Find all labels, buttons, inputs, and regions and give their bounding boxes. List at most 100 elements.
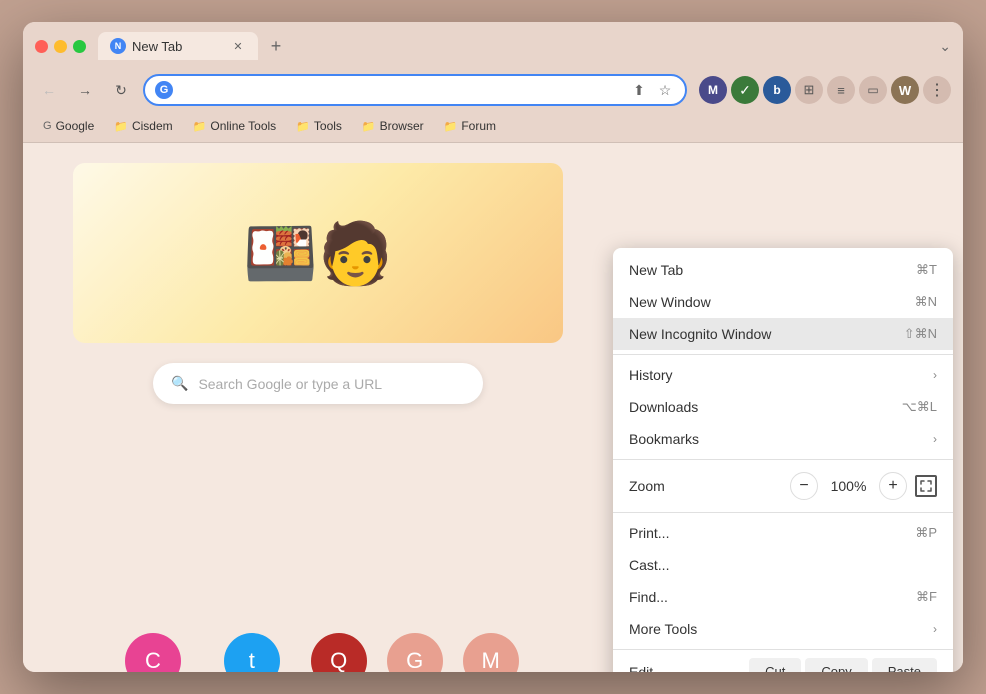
bookmark-cisdem[interactable]: 📁 Cisdem bbox=[106, 116, 180, 136]
content-area: 🍱🧑 🔍 Search Google or type a URL C [OFFI… bbox=[23, 143, 963, 672]
menu-zoom-label: Zoom bbox=[629, 478, 790, 494]
shortcut-quora[interactable]: Q Quora bbox=[311, 633, 367, 672]
new-tab-button[interactable]: + bbox=[262, 32, 290, 60]
menu-more-tools[interactable]: More Tools › bbox=[613, 613, 953, 645]
bookmark-google[interactable]: G Google bbox=[35, 116, 102, 136]
menu-paste-button[interactable]: Paste bbox=[872, 658, 937, 672]
tab-bar: N New Tab ✕ + bbox=[98, 32, 290, 60]
extension-b-icon[interactable]: b bbox=[763, 76, 791, 104]
zoom-control: − 100% + bbox=[790, 472, 937, 500]
chrome-dropdown-menu: New Tab ⌘T New Window ⌘N New Incognito W… bbox=[613, 248, 953, 672]
menu-divider-4 bbox=[613, 649, 953, 650]
menu-copy-button[interactable]: Copy bbox=[805, 658, 867, 672]
address-icons: ⬆ ☆ bbox=[629, 80, 675, 100]
bookmark-forum-label: Forum bbox=[461, 119, 496, 133]
shortcut-twitter[interactable]: t Twitter. It's w... bbox=[213, 633, 291, 672]
menu-history[interactable]: History › bbox=[613, 359, 953, 391]
shortcut-moz[interactable]: M Moz bbox=[463, 633, 519, 672]
menu-cut-button[interactable]: Cut bbox=[749, 658, 801, 672]
title-bar: N New Tab ✕ + ⌄ bbox=[23, 22, 963, 68]
bookmark-browser[interactable]: 📁 Browser bbox=[354, 116, 432, 136]
window-chevron-icon[interactable]: ⌄ bbox=[939, 38, 951, 55]
menu-find-shortcut: ⌘F bbox=[916, 589, 937, 605]
shortcut-quora-icon: Q bbox=[311, 633, 367, 672]
bookmark-browser-label: Browser bbox=[380, 119, 424, 133]
menu-downloads-shortcut: ⌥⌘L bbox=[902, 399, 937, 415]
menu-new-incognito-shortcut: ⇧⌘N bbox=[904, 326, 937, 342]
shortcut-cisdem[interactable]: C [OFFICIAL] Ci... bbox=[113, 633, 193, 672]
extension-check-icon[interactable]: ✓ bbox=[731, 76, 759, 104]
extensions-puzzle-icon[interactable]: ⊞ bbox=[795, 76, 823, 104]
shortcut-moz-icon: M bbox=[463, 633, 519, 672]
menu-new-incognito[interactable]: New Incognito Window ⇧⌘N bbox=[613, 318, 953, 350]
menu-bookmarks[interactable]: Bookmarks › bbox=[613, 423, 953, 455]
menu-print-shortcut: ⌘P bbox=[915, 525, 937, 541]
chrome-menu-button[interactable]: ⋮ bbox=[923, 76, 951, 104]
extension-m-icon[interactable]: M bbox=[699, 76, 727, 104]
folder-icon-2: 📁 bbox=[193, 120, 207, 133]
google-doodle: 🍱🧑 bbox=[73, 163, 563, 343]
profile-avatar[interactable]: W bbox=[891, 76, 919, 104]
bookmark-online-tools-label: Online Tools bbox=[210, 119, 276, 133]
forward-button[interactable]: → bbox=[71, 76, 99, 104]
address-bar-container: G ⬆ ☆ bbox=[143, 74, 687, 106]
menu-zoom: Zoom − 100% + bbox=[613, 464, 953, 508]
bookmarks-bar: G Google 📁 Cisdem 📁 Online Tools 📁 Tools… bbox=[23, 112, 963, 143]
tab-groups-icon[interactable]: ▭ bbox=[859, 76, 887, 104]
active-tab[interactable]: N New Tab ✕ bbox=[98, 32, 258, 60]
address-input[interactable] bbox=[181, 82, 621, 98]
menu-new-tab-label: New Tab bbox=[629, 262, 916, 278]
minimize-button[interactable] bbox=[54, 40, 67, 53]
zoom-fullscreen-button[interactable] bbox=[915, 475, 937, 497]
bookmark-tools[interactable]: 📁 Tools bbox=[288, 116, 350, 136]
menu-more-tools-label: More Tools bbox=[629, 621, 933, 637]
shortcut-cisdem-icon: C bbox=[125, 633, 181, 672]
menu-edit-section: Edit Cut Copy Paste bbox=[613, 654, 953, 672]
menu-edit-label: Edit bbox=[629, 664, 745, 673]
bookmark-star-icon[interactable]: ☆ bbox=[655, 80, 675, 100]
menu-print[interactable]: Print... ⌘P bbox=[613, 517, 953, 549]
zoom-value-display: 100% bbox=[826, 478, 871, 494]
menu-cast[interactable]: Cast... bbox=[613, 549, 953, 581]
bookmark-tools-label: Tools bbox=[314, 119, 342, 133]
menu-divider-2 bbox=[613, 459, 953, 460]
zoom-decrease-button[interactable]: − bbox=[790, 472, 818, 500]
folder-icon-4: 📁 bbox=[362, 120, 376, 133]
close-button[interactable] bbox=[35, 40, 48, 53]
zoom-increase-button[interactable]: + bbox=[879, 472, 907, 500]
shortcuts-row: C [OFFICIAL] Ci... t Twitter. It's w... … bbox=[113, 633, 519, 672]
tab-close-button[interactable]: ✕ bbox=[230, 38, 246, 54]
menu-new-window[interactable]: New Window ⌘N bbox=[613, 286, 953, 318]
menu-downloads-label: Downloads bbox=[629, 399, 902, 415]
shortcut-google[interactable]: G Google bbox=[387, 633, 443, 672]
search-placeholder-text: Search Google or type a URL bbox=[198, 376, 382, 392]
menu-divider-3 bbox=[613, 512, 953, 513]
menu-more-tools-arrow-icon: › bbox=[933, 622, 937, 636]
maximize-button[interactable] bbox=[73, 40, 86, 53]
menu-cast-label: Cast... bbox=[629, 557, 937, 573]
bookmark-online-tools[interactable]: 📁 Online Tools bbox=[185, 116, 285, 136]
menu-new-window-shortcut: ⌘N bbox=[915, 294, 937, 310]
traffic-lights bbox=[35, 40, 86, 53]
nav-bar: ← → ↻ G ⬆ ☆ M ✓ b ⊞ ≡ ▭ W ⋮ bbox=[23, 68, 963, 112]
menu-new-incognito-label: New Incognito Window bbox=[629, 326, 904, 342]
browser-window: N New Tab ✕ + ⌄ ← → ↻ G ⬆ ☆ M ✓ bbox=[23, 22, 963, 672]
search-icon: 🔍 bbox=[171, 375, 188, 392]
bookmark-cisdem-label: Cisdem bbox=[132, 119, 173, 133]
bookmark-forum[interactable]: 📁 Forum bbox=[436, 116, 504, 136]
search-bar-main[interactable]: 🔍 Search Google or type a URL bbox=[153, 363, 483, 404]
extension-bars-icon[interactable]: ≡ bbox=[827, 76, 855, 104]
menu-find[interactable]: Find... ⌘F bbox=[613, 581, 953, 613]
menu-find-label: Find... bbox=[629, 589, 916, 605]
menu-new-tab[interactable]: New Tab ⌘T bbox=[613, 254, 953, 286]
share-icon[interactable]: ⬆ bbox=[629, 80, 649, 100]
back-button[interactable]: ← bbox=[35, 76, 63, 104]
title-bar-top: N New Tab ✕ + ⌄ bbox=[35, 32, 951, 60]
doodle-image: 🍱🧑 bbox=[243, 218, 392, 289]
menu-downloads[interactable]: Downloads ⌥⌘L bbox=[613, 391, 953, 423]
reload-button[interactable]: ↻ bbox=[107, 76, 135, 104]
menu-bookmarks-label: Bookmarks bbox=[629, 431, 933, 447]
window-controls-right: ⌄ bbox=[939, 38, 951, 55]
menu-history-label: History bbox=[629, 367, 933, 383]
shortcut-google-icon: G bbox=[387, 633, 443, 672]
